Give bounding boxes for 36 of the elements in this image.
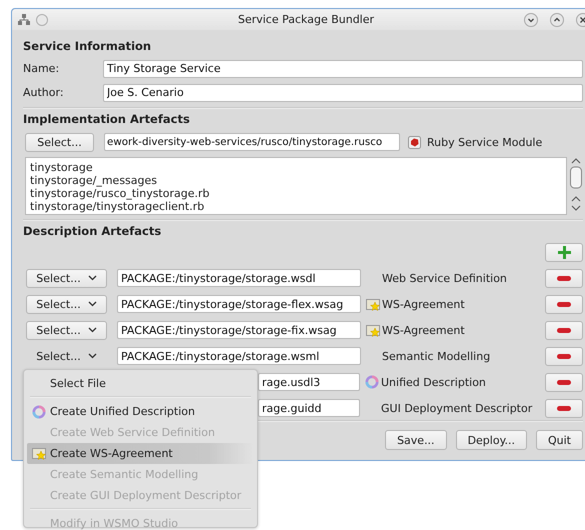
- type-label: Ruby Service Module: [427, 136, 542, 148]
- section-heading: Implementation Artefacts: [23, 111, 191, 127]
- field-label: Name:: [23, 62, 60, 75]
- path-field[interactable]: rage.guidd: [258, 399, 360, 417]
- dialog-button[interactable]: Save...: [385, 430, 447, 450]
- window-title: Service Package Bundler: [236, 13, 376, 26]
- list-item[interactable]: tinystorage/tinystorageclient.rb: [30, 200, 562, 213]
- path-field[interactable]: PACKAGE:/tinystorage/storage-flex.wsag: [117, 295, 361, 313]
- file-list[interactable]: tinystorage tinystorage/_messages tinystorage/rusco_tinystorage.rb tinystorage/tinystorageclient.rb: [25, 157, 567, 215]
- select-dropdown[interactable]: Select...: [26, 320, 107, 340]
- path-field[interactable]: PACKAGE:/tinystorage/storage.wsdl: [117, 269, 361, 287]
- type-label: GUI Deployment Descriptor: [381, 402, 534, 414]
- select-dropdown[interactable]: Select...: [26, 268, 107, 288]
- menu-item[interactable]: Select File: [27, 373, 254, 394]
- select-dropdown[interactable]: Select...: [26, 346, 107, 366]
- dialog-button[interactable]: Deploy...: [456, 430, 527, 450]
- type-label: WS-Agreement: [382, 324, 466, 336]
- section-heading: Service Information: [23, 38, 152, 54]
- path-field[interactable]: PACKAGE:/tinystorage/storage.wsml: [117, 347, 361, 365]
- path-field[interactable]: ework-diversity-web-services/rusco/tinystorage.rusco: [104, 133, 400, 151]
- type-label: Unified Description: [381, 376, 487, 388]
- menu-item[interactable]: Create Unified Description: [27, 401, 254, 422]
- list-item[interactable]: tinystorage/_messages: [30, 174, 562, 187]
- list-item[interactable]: tinystorage: [30, 161, 562, 174]
- type-label: Web Service Definition: [382, 272, 508, 284]
- text-field[interactable]: Tiny Storage Service: [103, 60, 583, 78]
- path-field[interactable]: rage.usdl3: [258, 373, 360, 391]
- field-label: Author:: [23, 86, 65, 99]
- section-heading: Description Artefacts: [23, 223, 162, 239]
- select-dropdown[interactable]: Select...: [26, 294, 107, 314]
- dialog-button[interactable]: Quit: [536, 430, 583, 450]
- list-item[interactable]: tinystorage/rusco_tinystorage.rb: [30, 187, 562, 200]
- path-field[interactable]: PACKAGE:/tinystorage/storage-fix.wsag: [117, 321, 361, 339]
- select-button[interactable]: Select...: [25, 132, 94, 152]
- type-label: Semantic Modelling: [382, 350, 492, 362]
- type-label: WS-Agreement: [382, 298, 466, 310]
